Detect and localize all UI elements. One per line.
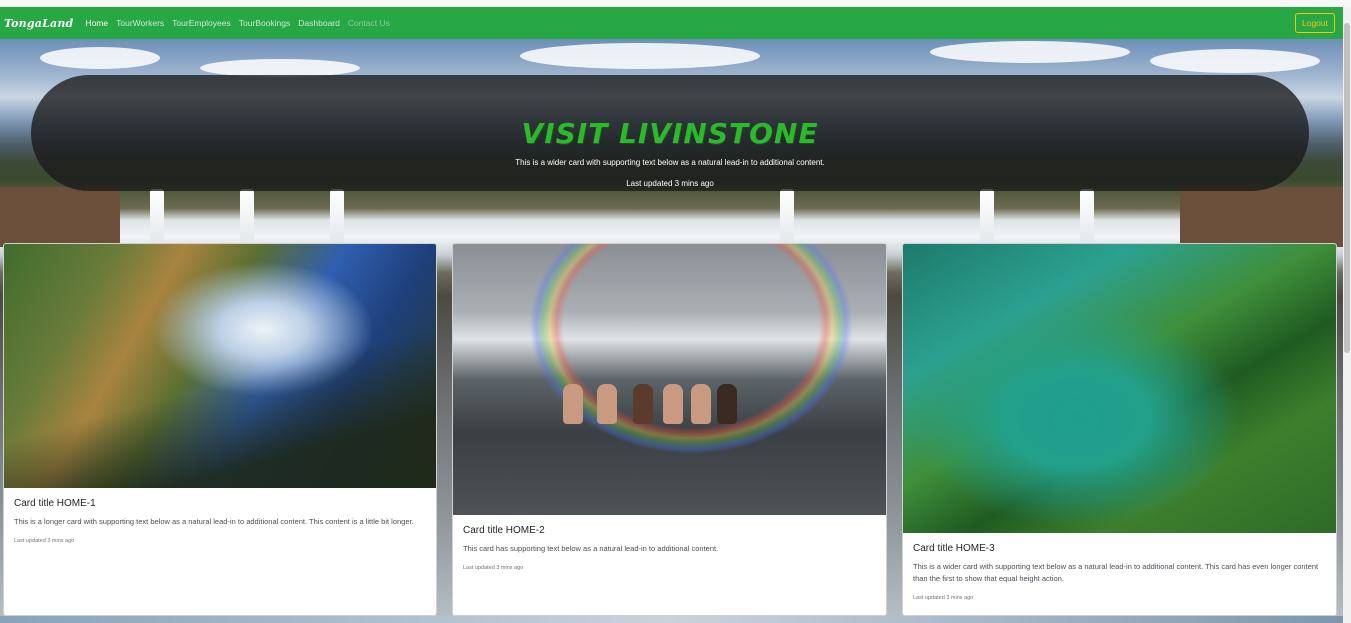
nav-link-home[interactable]: Home xyxy=(85,18,108,28)
logout-button[interactable]: Logout xyxy=(1295,13,1335,33)
nav-link-dashboard[interactable]: Dashboard xyxy=(298,18,340,28)
hero-text: This is a wider card with supporting tex… xyxy=(515,158,825,167)
cloud-shape xyxy=(520,43,760,69)
cloud-shape xyxy=(1150,49,1320,73)
hero-updated: Last updated 3 mins ago xyxy=(626,179,714,188)
rock-cliff xyxy=(1180,187,1343,247)
card-body: Card title HOME-1 This is a longer card … xyxy=(4,488,436,554)
card-text: This is a wider card with supporting tex… xyxy=(913,562,1319,583)
brand-logo[interactable]: TongaLand xyxy=(4,17,73,30)
card-home-1: Card title HOME-1 This is a longer card … xyxy=(3,243,437,616)
card-image-gorge-aerial xyxy=(903,244,1336,533)
card-home-2: Card title HOME-2 This card has supporti… xyxy=(452,243,887,616)
waterfall-stream xyxy=(240,189,254,244)
card-text: This is a longer card with supporting te… xyxy=(14,517,414,526)
waterfall-stream xyxy=(780,189,794,244)
card-title: Card title HOME-3 xyxy=(913,543,995,554)
card-title: Card title HOME-1 xyxy=(14,498,96,509)
hero-bottom-edge xyxy=(0,616,1343,623)
card-image-devils-pool xyxy=(453,244,886,515)
card-body: Card title HOME-2 This card has supporti… xyxy=(453,515,886,581)
person-figure xyxy=(597,384,617,424)
nav-link-tourworkers[interactable]: TourWorkers xyxy=(116,18,164,28)
swimmers-group xyxy=(563,374,743,434)
card-updated: Last updated 3 mins ago xyxy=(463,565,524,571)
scrollbar-thumb[interactable] xyxy=(1344,23,1350,353)
nav-link-touremployees[interactable]: TourEmployees xyxy=(172,18,231,28)
hero-jumbotron: VISIT LIVINSTONE This is a wider card wi… xyxy=(31,75,1309,191)
card-updated: Last updated 3 mins ago xyxy=(14,538,75,544)
waterfall-stream xyxy=(980,189,994,244)
card-updated: Last updated 3 mins ago xyxy=(913,595,974,601)
waterfall-stream xyxy=(330,189,344,244)
card-text: This card has supporting text below as a… xyxy=(463,544,719,553)
waterfall-stream xyxy=(1080,189,1094,244)
cloud-shape xyxy=(930,41,1130,63)
person-figure xyxy=(663,384,683,424)
card-home-3: Card title HOME-3 This is a wider card w… xyxy=(902,243,1337,616)
waterfall-stream xyxy=(150,189,164,244)
person-figure xyxy=(563,384,583,424)
vertical-scrollbar[interactable] xyxy=(1343,7,1351,623)
nav-link-tourbookings[interactable]: TourBookings xyxy=(239,18,291,28)
browser-top-strip xyxy=(0,0,1351,7)
person-figure xyxy=(691,384,711,424)
cloud-shape xyxy=(40,47,160,69)
nav-link-contact-us[interactable]: Contact Us xyxy=(348,18,390,28)
person-figure xyxy=(717,384,737,424)
navbar: TongaLand Home TourWorkers TourEmployees… xyxy=(0,7,1343,39)
card-image-falls-aerial xyxy=(4,244,436,488)
card-title: Card title HOME-2 xyxy=(463,525,545,536)
rock-cliff xyxy=(0,187,120,247)
hero-title: VISIT LIVINSTONE xyxy=(521,117,819,150)
person-figure xyxy=(633,384,653,424)
card-body: Card title HOME-3 This is a wider card w… xyxy=(903,533,1336,611)
